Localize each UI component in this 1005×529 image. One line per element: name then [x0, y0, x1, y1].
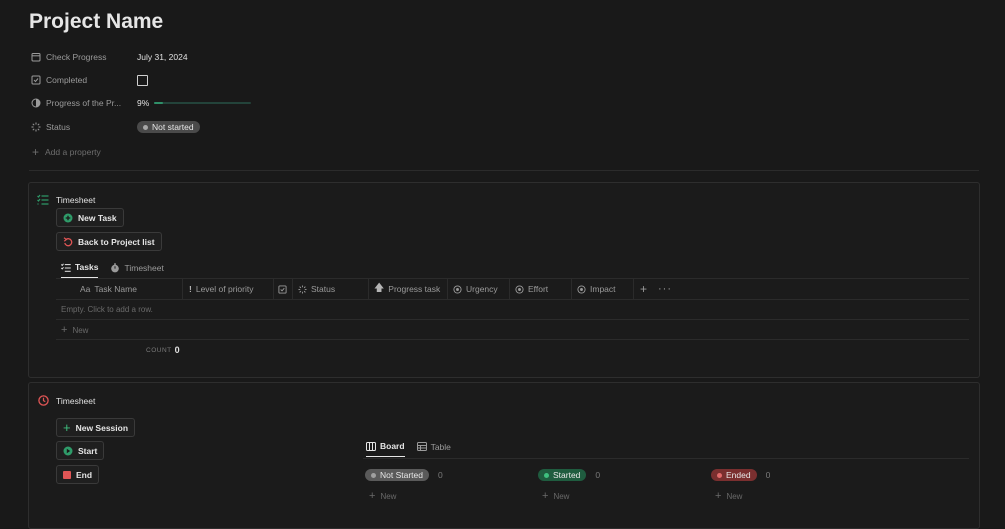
session-panel: Timesheet + New Session Start End Board …	[28, 382, 980, 529]
tab-tasks[interactable]: Tasks	[61, 262, 99, 278]
clock-icon	[38, 395, 49, 406]
date-value[interactable]: July 31, 2024	[137, 52, 188, 62]
progress-percent: 9%	[137, 98, 150, 108]
group-count: 0	[595, 470, 601, 480]
exclamation-icon: !	[189, 284, 192, 294]
checkbox-icon	[31, 75, 41, 85]
formula-circle-icon	[515, 284, 524, 294]
plus-icon: +	[542, 490, 549, 502]
column-effort[interactable]: Effort	[515, 279, 548, 299]
status-spinner-icon	[31, 122, 41, 132]
formula-circle-icon	[577, 284, 586, 294]
column-impact[interactable]: Impact	[577, 279, 616, 299]
new-card-button[interactable]: + New	[369, 490, 396, 502]
status-spinner-icon	[298, 284, 307, 294]
stop-square-icon	[63, 470, 71, 479]
column-status[interactable]: Status	[298, 279, 335, 299]
divider	[56, 299, 969, 300]
status-badge[interactable]: Not started	[137, 121, 200, 133]
board-icon	[366, 441, 376, 451]
board-group-not-started[interactable]: Not Started 0	[365, 469, 443, 481]
add-column-plus-icon[interactable]: +	[640, 279, 647, 299]
tab-table[interactable]: Table	[416, 441, 451, 457]
calendar-icon	[31, 53, 41, 62]
column-progress-task[interactable]: 🡅 Progress task	[374, 279, 440, 299]
play-circle-icon	[63, 446, 73, 455]
end-button[interactable]: End	[56, 465, 100, 484]
property-progress[interactable]: Progress of the Pr... 9%	[31, 94, 291, 112]
property-label: Check Progress	[46, 52, 107, 62]
undo-arrow-icon	[63, 236, 73, 246]
new-card-button[interactable]: + New	[715, 490, 742, 502]
page-title[interactable]: Project Name	[29, 10, 163, 34]
more-options-icon[interactable]: ···	[658, 279, 672, 299]
table-icon	[416, 442, 427, 451]
plus-icon: +	[369, 490, 376, 502]
property-label: Progress of the Pr...	[46, 98, 122, 108]
property-label: Status	[46, 122, 71, 132]
new-task-button[interactable]: New Task	[56, 208, 124, 227]
stopwatch-icon	[111, 262, 120, 272]
empty-table-message[interactable]: Empty. Click to add a row.	[61, 305, 153, 314]
status-badge: Started	[538, 469, 587, 481]
add-property-button[interactable]: + Add a property	[32, 145, 101, 159]
progress-bar	[154, 102, 252, 104]
property-check-progress[interactable]: Check Progress July 31, 2024	[31, 48, 291, 66]
column-level-of-priority[interactable]: ! Level of priority	[189, 279, 253, 299]
progress-ring-icon	[31, 98, 41, 108]
start-button[interactable]: Start	[56, 441, 105, 460]
plus-icon: +	[63, 420, 71, 435]
panel-title: Timesheet	[56, 194, 96, 205]
status-badge: Ended	[711, 469, 757, 481]
group-count: 0	[438, 470, 443, 480]
arrow-up-icon: 🡅	[374, 282, 385, 294]
column-task-name[interactable]: Aa Task Name	[80, 279, 137, 299]
plus-icon: +	[715, 490, 722, 502]
board-group-ended[interactable]: Ended 0	[711, 469, 770, 481]
progress-fill	[154, 102, 164, 104]
plus-icon: +	[32, 145, 40, 159]
column-checkbox[interactable]	[278, 279, 291, 299]
back-to-project-list-button[interactable]: Back to Project list	[56, 232, 162, 251]
tasks-panel: Timesheet New Task Back to Project list …	[28, 182, 980, 378]
divider	[56, 339, 969, 340]
new-session-button[interactable]: + New Session	[56, 418, 136, 437]
column-urgency[interactable]: Urgency	[453, 279, 498, 299]
tab-board[interactable]: Board	[366, 441, 405, 457]
tab-timesheet[interactable]: Timesheet	[110, 262, 164, 278]
task-list-icon	[61, 262, 71, 272]
new-row-button[interactable]: + New	[61, 324, 88, 336]
property-completed[interactable]: Completed	[31, 71, 291, 89]
divider	[29, 170, 979, 171]
panel-title: Timesheet	[56, 395, 96, 406]
completed-checkbox[interactable]	[137, 74, 148, 86]
property-label: Completed	[46, 75, 88, 85]
property-status[interactable]: Status Not started	[31, 118, 291, 136]
task-list-icon	[37, 194, 49, 205]
count-summary[interactable]: COUNT 0	[146, 345, 180, 355]
table-header: Aa Task Name ! Level of priority Status …	[56, 279, 969, 299]
divider	[56, 319, 969, 320]
board-group-started[interactable]: Started 0	[538, 469, 600, 481]
plus-icon: +	[61, 324, 68, 336]
plus-circle-icon	[63, 213, 73, 222]
divider	[363, 458, 969, 459]
text-type-icon: Aa	[80, 284, 91, 294]
status-badge: Not Started	[365, 469, 429, 481]
checkbox-icon	[278, 284, 287, 294]
new-card-button[interactable]: + New	[542, 490, 569, 502]
formula-circle-icon	[453, 284, 462, 294]
group-count: 0	[765, 470, 771, 480]
